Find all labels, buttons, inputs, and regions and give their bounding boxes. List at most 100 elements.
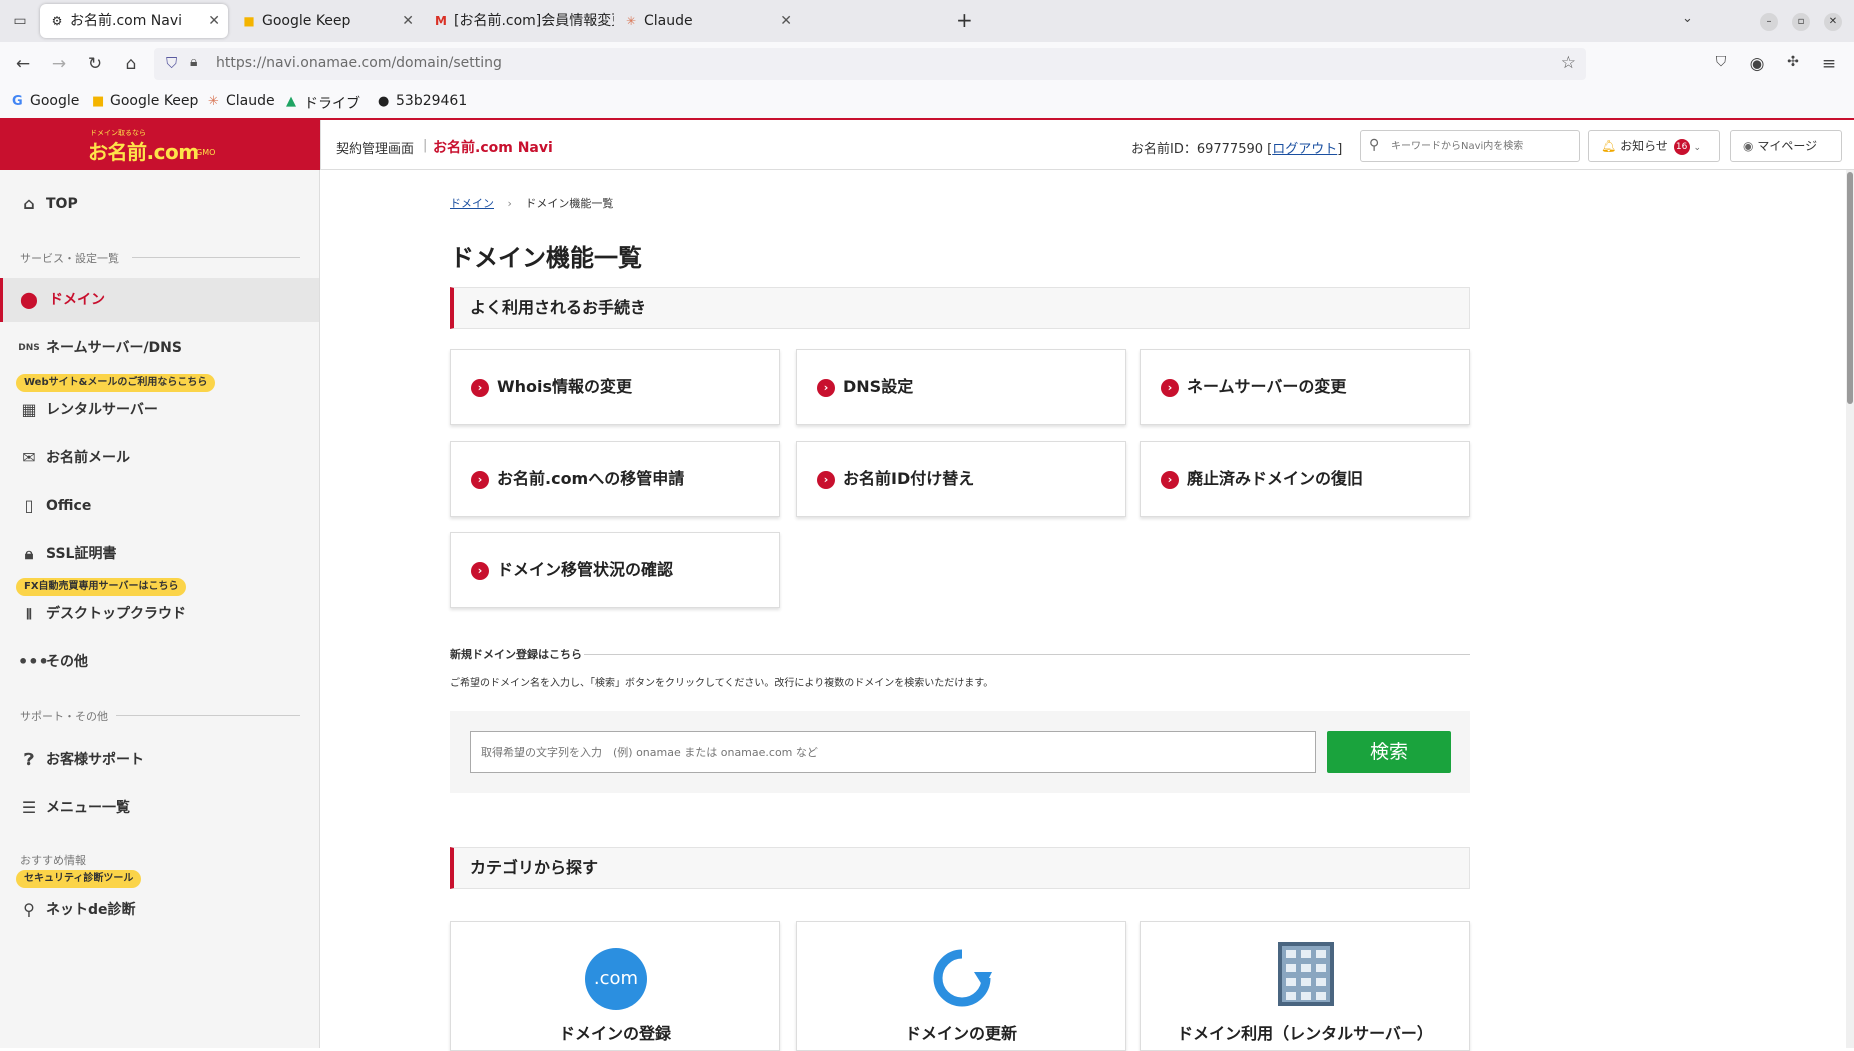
sidebar-item-office[interactable]: ▯ Office (0, 484, 319, 528)
arrow-right-icon: › (817, 379, 835, 397)
menu-hamburger-icon[interactable]: ≡ (1818, 54, 1840, 74)
minimize-button[interactable]: – (1760, 13, 1778, 31)
navi-search-input[interactable] (1391, 136, 1571, 156)
contract-label: 契約管理画面 (336, 142, 415, 157)
envelope-icon: ✉ (22, 448, 36, 467)
breadcrumb-domain-link[interactable]: ドメイン (450, 197, 494, 210)
browser-tab-bar: ▭ ⚙ お名前.com Navi ✕ ■ Google Keep ✕ M [お名… (0, 0, 1854, 42)
card-whois-change[interactable]: › Whois情報の変更 (450, 349, 780, 425)
refresh-icon (933, 949, 992, 1007)
sidebar-item-menu-list[interactable]: ☰ メニュー一覧 (0, 786, 319, 830)
bookmark-google[interactable]: G Google (12, 93, 79, 109)
header-pipe: | (423, 138, 428, 153)
card-dns-settings[interactable]: › DNS設定 (796, 349, 1126, 425)
globe-icon: ⚙ (51, 14, 63, 28)
site-header: ドメイン取るなら お名前.com GMO 契約管理画面 | お名前.com Na… (0, 120, 1854, 170)
chart-bars-icon: ⫼ (26, 607, 32, 621)
reload-icon[interactable]: ↻ (84, 54, 106, 74)
sidebar-item-nameserver[interactable]: DNS ネームサーバー/DNS (0, 326, 319, 370)
office-icon: ▯ (24, 496, 34, 515)
card-id-reassign[interactable]: › お名前ID付け替え (796, 441, 1126, 517)
extensions-icon[interactable]: ✣ (1782, 54, 1804, 70)
frequent-procedures-heading: よく利用されるお手続き (450, 287, 1470, 329)
back-arrow-icon[interactable]: ← (12, 54, 34, 74)
gmail-icon: M (435, 14, 447, 28)
card-transfer-status[interactable]: › ドメイン移管状況の確認 (450, 532, 780, 608)
sidebar-item-desktop-cloud[interactable]: ⫼ デスクトップクラウド (0, 592, 319, 636)
notice-button[interactable]: 🔔︎ お知らせ 16 ⌄ (1588, 130, 1720, 162)
arrow-right-icon: › (1161, 471, 1179, 489)
tab-google-keep[interactable]: ■ Google Keep ✕ (232, 4, 422, 38)
bookmark-claude[interactable]: ✳ Claude (208, 93, 275, 109)
dotcom-icon: ⬤ (20, 290, 38, 309)
close-tab-icon[interactable]: ✕ (402, 4, 414, 38)
user-icon: ◉ (1743, 139, 1754, 153)
pocket-icon[interactable]: ⛉ (1710, 54, 1732, 70)
bookmark-google-keep[interactable]: ■ Google Keep (92, 93, 198, 109)
bookmark-star-icon[interactable]: ☆ (1561, 53, 1576, 73)
breadcrumb: ドメイン › ドメイン機能一覧 (450, 197, 614, 210)
domain-search-panel: 検索 (450, 711, 1470, 793)
sidebar-section-support: サポート・その他 (20, 708, 300, 724)
arrow-right-icon: › (471, 471, 489, 489)
sidebar-item-top[interactable]: ⌂ TOP (0, 182, 319, 226)
tab-onamae[interactable]: ⚙ お名前.com Navi ✕ (40, 4, 228, 38)
domain-search-button[interactable]: 検索 (1327, 731, 1451, 773)
sidebar-item-support[interactable]: ❓︎ お客様サポート (0, 738, 319, 782)
domain-search-input[interactable] (470, 731, 1316, 773)
maximize-button[interactable]: ▫ (1792, 13, 1810, 31)
home-icon[interactable]: ⌂ (120, 54, 142, 74)
bell-icon: 🔔︎ (1601, 139, 1617, 153)
navi-search[interactable]: ⚲ (1360, 130, 1580, 162)
url-text[interactable]: https://navi.onamae.com/domain/setting (216, 55, 502, 71)
sidebar: ⌂ TOP サービス・設定一覧 ⬤ ドメイン DNS ネームサーバー/DNS W… (0, 170, 320, 1048)
lock-icon[interactable]: 🔒︎ (190, 54, 197, 70)
server-building-icon (1278, 942, 1334, 1006)
close-tab-icon[interactable]: ✕ (208, 4, 220, 38)
magnifier-icon: ⚲ (23, 900, 35, 919)
sidebar-item-domain[interactable]: ⬤ ドメイン (0, 278, 319, 322)
tab-gmail[interactable]: M [お名前.com]会員情報変更 (424, 4, 614, 38)
new-tab-button[interactable]: + (956, 8, 973, 32)
bookmark-github[interactable]: ● 53b29461 (378, 93, 467, 109)
account-icon[interactable]: ◉ (1746, 54, 1768, 74)
tab-list-icon[interactable]: ▭ (10, 11, 30, 31)
sidebar-item-ssl[interactable]: 🔒︎ SSL証明書 (0, 532, 319, 576)
card-nameserver-change[interactable]: › ネームサーバーの変更 (1140, 349, 1470, 425)
home-icon: ⌂ (23, 194, 35, 213)
close-tab-icon[interactable]: ✕ (780, 4, 792, 38)
sidebar-section-recommend: おすすめ情報 (20, 854, 86, 867)
keep-icon: ■ (243, 14, 255, 28)
sidebar-item-rental-server[interactable]: ▦ レンタルサーバー (0, 388, 319, 432)
bookmark-drive[interactable]: ▲ ドライブ (286, 93, 360, 113)
navi-title[interactable]: お名前.com Navi (433, 137, 553, 157)
sidebar-section-services: サービス・設定一覧 (20, 250, 300, 266)
claude-icon: ✳ (208, 94, 219, 109)
tab-claude[interactable]: ✳ Claude ✕ (614, 4, 800, 38)
tracking-shield-icon[interactable]: ⛉ (166, 54, 177, 72)
card-restore-domain[interactable]: › 廃止済みドメインの復旧 (1140, 441, 1470, 517)
github-icon: ● (378, 94, 390, 109)
arrow-right-icon: › (817, 471, 835, 489)
category-card-rental-server[interactable]: ドメイン利用（レンタルサーバー） (1140, 921, 1470, 1051)
sidebar-item-other[interactable]: ••• その他 (0, 640, 319, 684)
page-scrollbar-thumb[interactable] (1847, 172, 1853, 404)
mypage-button[interactable]: ◉ マイページ (1730, 130, 1842, 162)
logout-link[interactable]: ログアウト (1272, 142, 1337, 157)
lock-icon: 🔒︎ (24, 544, 34, 563)
category-card-register[interactable]: .com ドメインの登録 (450, 921, 780, 1051)
url-bar[interactable]: ⛉ 🔒︎ https://navi.onamae.com/domain/sett… (154, 48, 1586, 80)
security-tool-tag[interactable]: セキュリティ診断ツール (16, 870, 142, 888)
sidebar-item-net-de-shindan[interactable]: ⚲ ネットde診断 (0, 888, 319, 932)
page-title: ドメイン機能一覧 (450, 244, 642, 272)
category-card-renew[interactable]: ドメインの更新 (796, 921, 1126, 1051)
onamae-logo[interactable]: ドメイン取るなら お名前.com GMO (0, 120, 320, 170)
forward-arrow-icon[interactable]: → (48, 54, 70, 74)
arrow-right-icon: › (471, 379, 489, 397)
new-domain-description: ご希望のドメイン名を入力し、「検索」ボタンをクリックしてください。改行により複数… (450, 678, 994, 689)
close-window-button[interactable]: ✕ (1824, 13, 1842, 31)
drive-icon: ▲ (286, 94, 296, 109)
card-transfer-request[interactable]: › お名前.comへの移管申請 (450, 441, 780, 517)
tab-overflow-chevron-icon[interactable]: ⌄ (1682, 11, 1693, 26)
sidebar-item-mail[interactable]: ✉ お名前メール (0, 436, 319, 480)
